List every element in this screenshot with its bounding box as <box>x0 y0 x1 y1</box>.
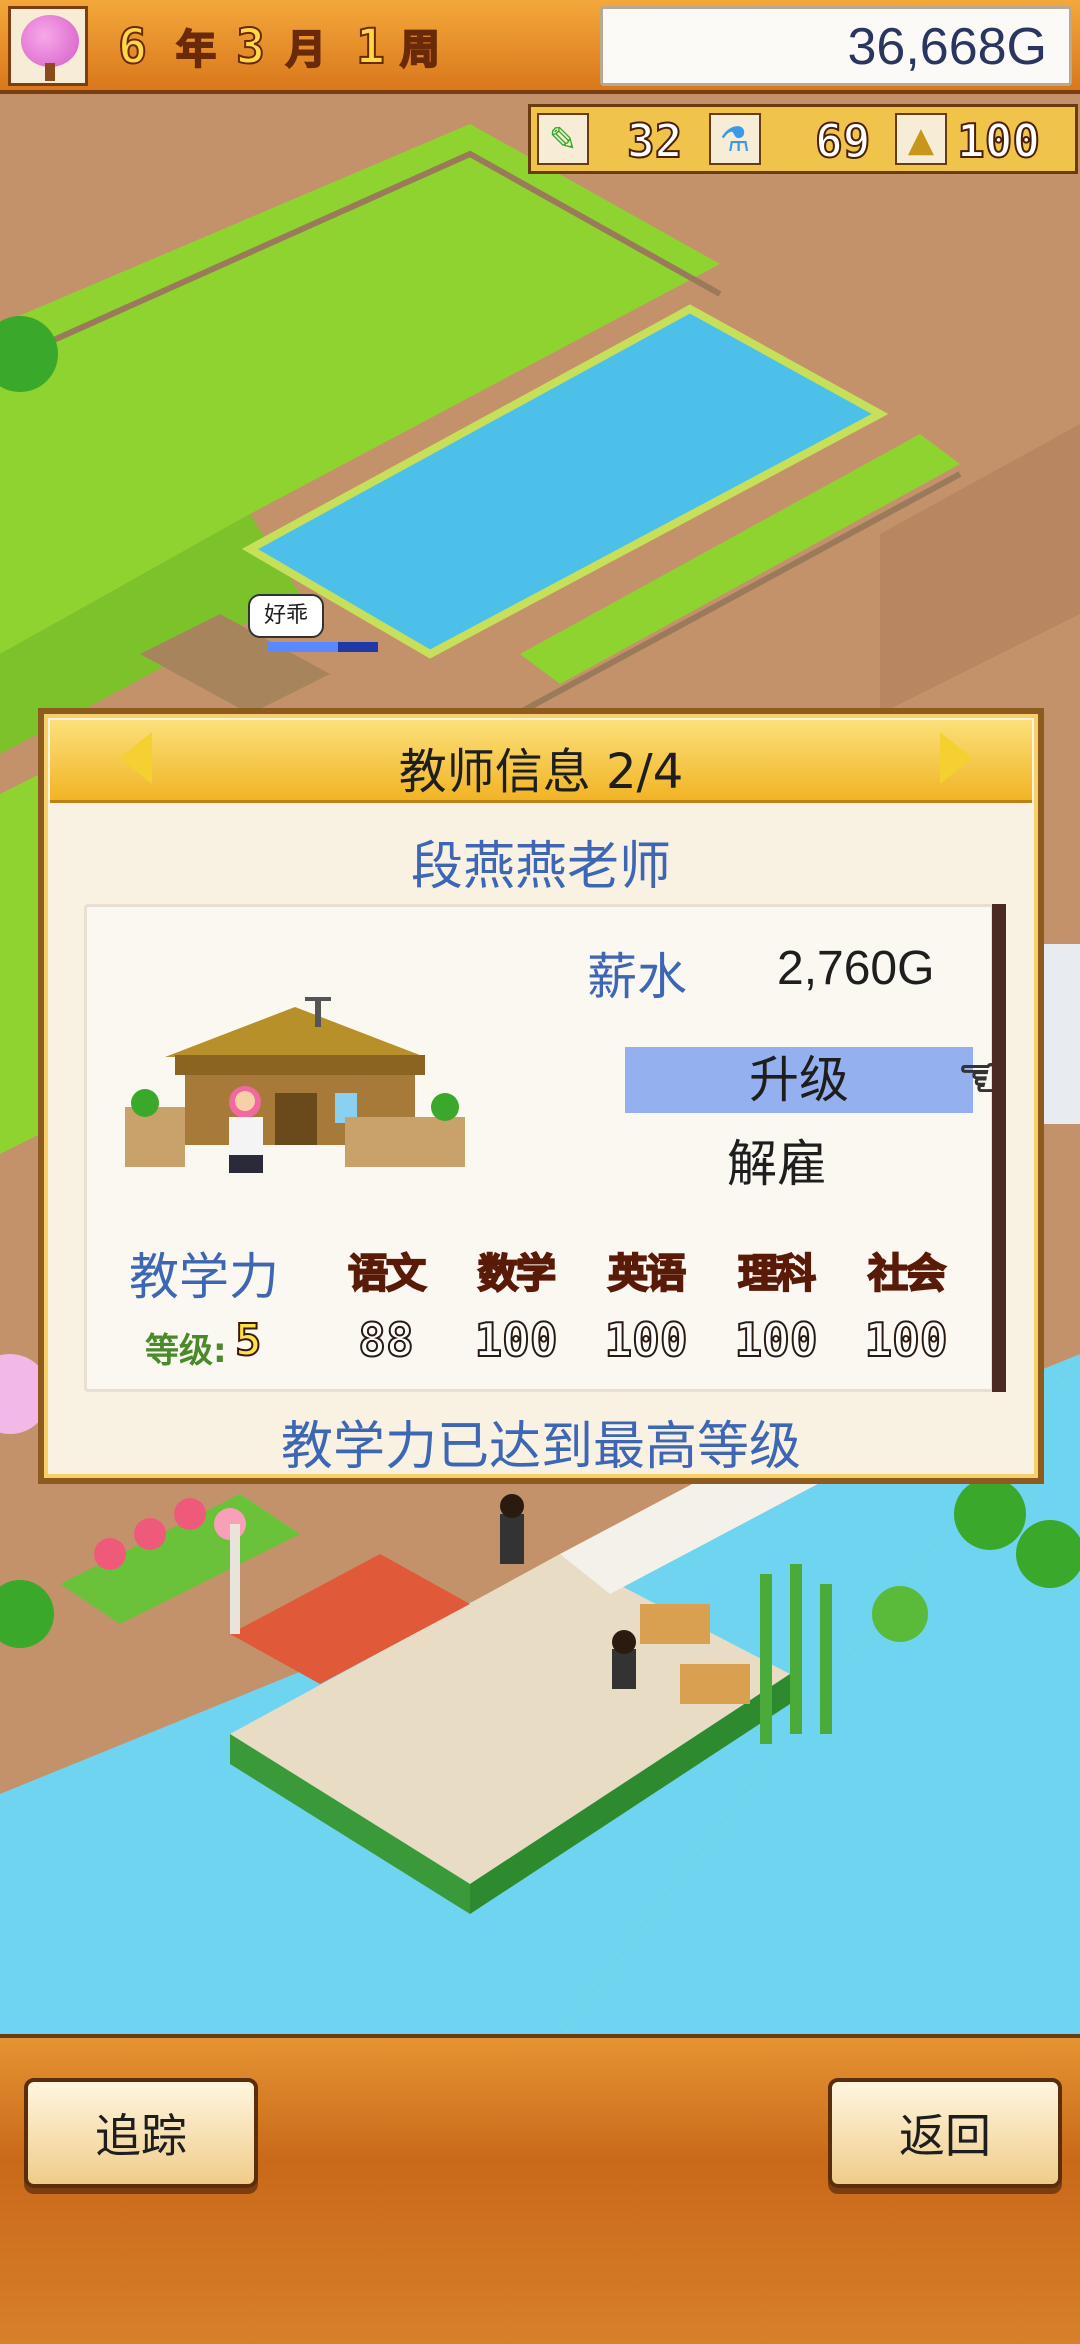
resource-flask-value: 69 <box>814 114 871 168</box>
bottom-action-bar: 追踪 返回 <box>0 2034 1080 2344</box>
flask-icon: ⚗ <box>709 113 761 165</box>
resource-pencil-value: 32 <box>626 114 683 168</box>
salary-label: 薪水 <box>587 948 687 1006</box>
speech-bubble-text: 好乖 <box>263 603 308 628</box>
subject-chinese-score: 88 <box>357 1312 414 1368</box>
subject-social-label: 社会 <box>867 1250 947 1298</box>
level-value: 5 <box>234 1314 262 1367</box>
teacher-house-illustration <box>125 997 465 1173</box>
month-unit: 月 <box>285 27 327 73</box>
fire-button[interactable]: 解雇 <box>727 1131 927 1197</box>
subject-social-score: 100 <box>863 1312 948 1368</box>
max-level-status: 教学力已达到最高等级 <box>280 1417 801 1477</box>
level-label: 等级: <box>145 1331 227 1371</box>
subject-math-label: 数学 <box>477 1250 557 1298</box>
resource-bar: ✎ 32 ⚗ 69 ▲ 100 <box>528 104 1078 174</box>
subject-math-score: 100 <box>473 1312 558 1368</box>
week-number: 1 <box>355 19 386 75</box>
money-display: 36,668G <box>600 6 1072 86</box>
panel-header: 教师信息 2/4 <box>50 720 1032 803</box>
card-scrollbar[interactable] <box>992 904 1006 1392</box>
speech-bubble: 好乖 <box>248 594 324 638</box>
pencil-icon: ✎ <box>537 113 589 165</box>
week-unit: 周 <box>399 27 441 73</box>
teacher-name: 段燕燕老师 <box>410 837 671 897</box>
subject-chinese-label: 语文 <box>347 1250 427 1298</box>
subject-science-label: 理科 <box>737 1250 817 1298</box>
salary-value: 2,760G <box>777 942 935 995</box>
money-value: 36,668G <box>847 18 1048 76</box>
month-number: 3 <box>235 19 266 75</box>
upgrade-button[interactable]: 升级 <box>625 1047 973 1113</box>
subject-english-score: 100 <box>603 1312 688 1368</box>
teaching-power-label: 教学力 <box>129 1248 279 1306</box>
year-unit: 年 <box>175 27 217 73</box>
teacher-card: 薪水 2,760G 升级 ☜ 解雇 教学力 等级: 5 语文 数学 英语 理科 … <box>84 904 1010 1392</box>
cherry-tree-icon[interactable] <box>8 6 88 86</box>
pyramid-icon: ▲ <box>895 113 947 165</box>
panel-title: 教师信息 2/4 <box>398 744 684 800</box>
teacher-info-panel: 教师信息 2/4 段燕燕老师 薪水 2,760G 升级 ☜ 解雇 教学力 等级: <box>38 708 1044 1484</box>
back-button[interactable]: 返回 <box>828 2078 1062 2188</box>
year-number: 6 <box>117 19 148 75</box>
subject-science-score: 100 <box>733 1312 818 1368</box>
top-status-bar: 6 年 3 月 1 周 36,668G <box>0 0 1080 94</box>
track-button[interactable]: 追踪 <box>24 2078 258 2188</box>
resource-pyramid-value: 100 <box>956 114 1041 168</box>
subject-english-label: 英语 <box>607 1250 687 1298</box>
next-arrow-icon[interactable] <box>940 732 972 784</box>
